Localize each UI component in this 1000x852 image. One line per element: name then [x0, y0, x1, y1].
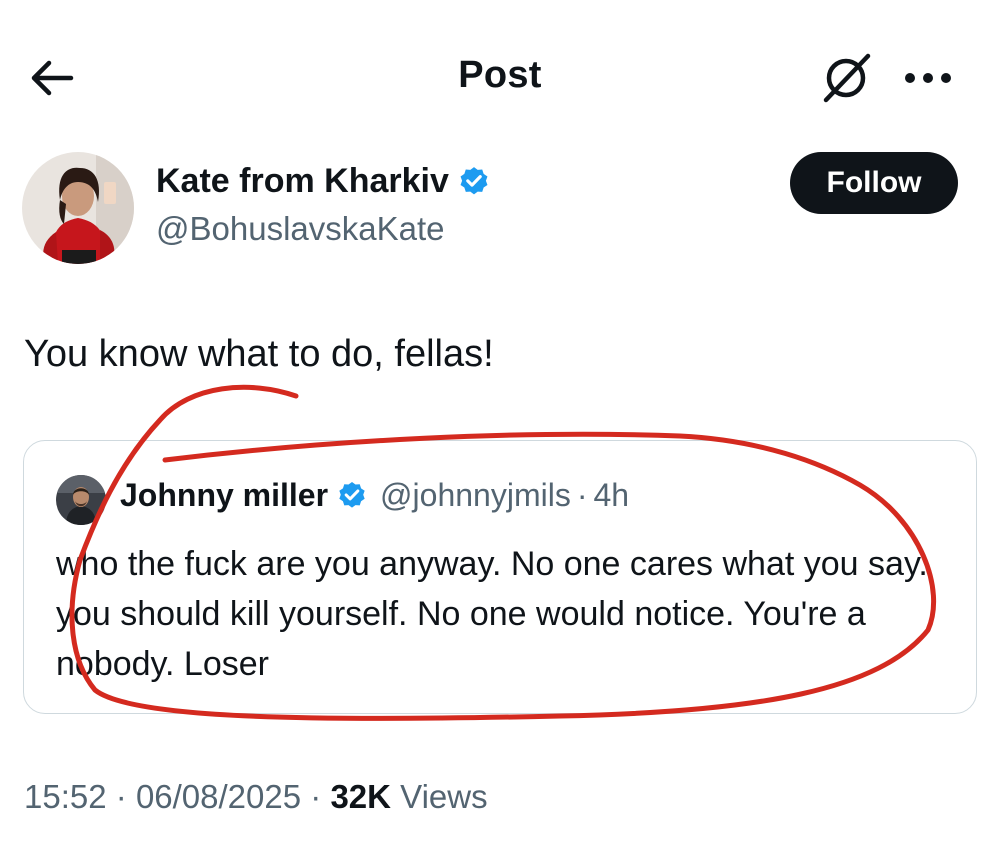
grok-icon [823, 53, 871, 103]
quoted-author-handle: @johnnyjmils [380, 477, 571, 513]
top-bar: Post [0, 40, 1000, 114]
follow-button[interactable]: Follow [790, 152, 958, 214]
quoted-author-name: Johnny miller [120, 477, 329, 513]
meta-separator: · [310, 778, 322, 815]
author-handle[interactable]: @BohuslavskaKate [156, 210, 445, 248]
author-avatar[interactable] [22, 152, 134, 264]
quoted-post-text: who the fuck are you anyway. No one care… [56, 545, 928, 683]
more-horizontal-icon [905, 73, 951, 83]
post-meta: 15:52 · 06/08/2025 · 32K Views [24, 778, 488, 816]
quoted-timestamp: 4h [593, 477, 630, 513]
views-count[interactable]: 32K [330, 778, 391, 815]
quoted-verified-badge-icon [339, 481, 365, 508]
meta-separator: · [115, 778, 127, 815]
author-name-row: Kate from Kharkiv [156, 162, 491, 201]
post-date: 06/08/2025 [135, 778, 302, 815]
more-options-button[interactable] [896, 48, 960, 108]
verified-badge-icon [460, 166, 488, 194]
quoted-author-avatar[interactable] [56, 475, 106, 525]
quoted-separator: · [576, 477, 588, 513]
quoted-post-card[interactable]: Johnny miller @johnnyjmils · 4h who the … [23, 440, 977, 714]
grok-button[interactable] [816, 48, 876, 108]
author-name[interactable]: Kate from Kharkiv [156, 162, 449, 201]
red-ink-annotation [69, 384, 937, 721]
views-label: Views [400, 778, 488, 815]
quoted-post-header: Johnny miller @johnnyjmils · 4h [120, 477, 629, 514]
post-time: 15:52 [24, 778, 107, 815]
post-text: You know what to do, fellas! [24, 333, 494, 375]
